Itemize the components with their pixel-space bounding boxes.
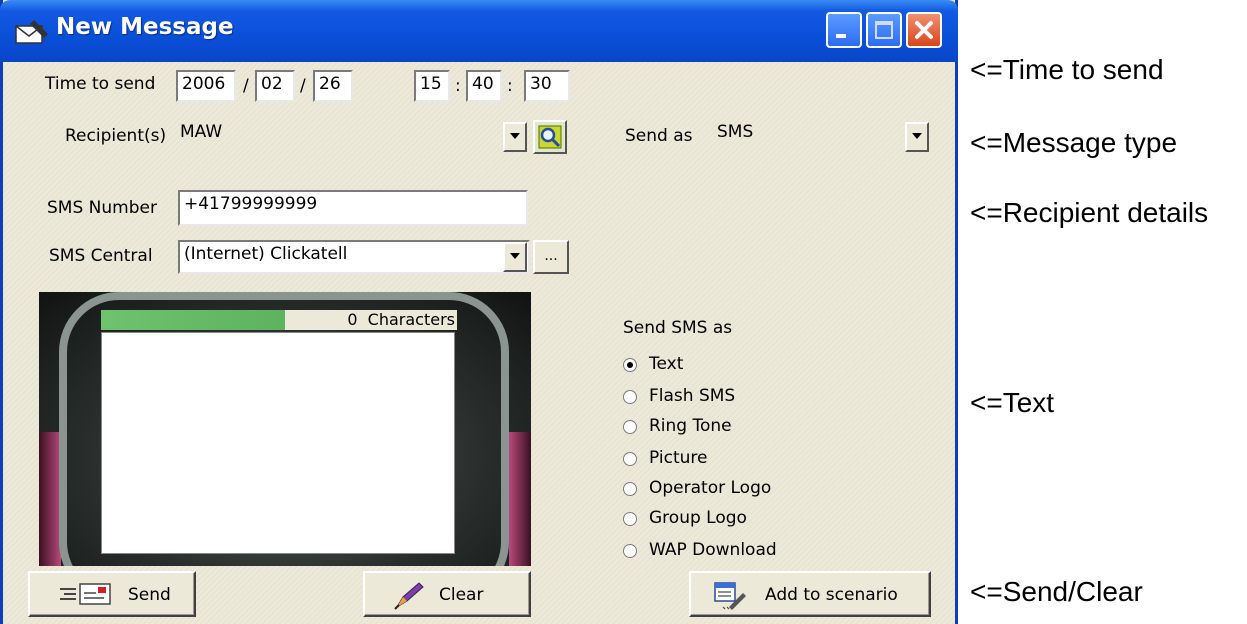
chevron-down-icon xyxy=(510,253,520,259)
time-minute-field[interactable]: 40 xyxy=(466,70,502,102)
annotation-time-to-send: <=Time to send xyxy=(970,54,1164,85)
time-to-send-label: Time to send xyxy=(45,74,156,94)
radio-button[interactable] xyxy=(623,420,637,434)
annotation-message-type: <=Message type xyxy=(970,127,1178,158)
time-second-field[interactable]: 30 xyxy=(524,70,570,102)
message-text-area[interactable] xyxy=(101,332,455,554)
time-hour-field[interactable]: 15 xyxy=(414,70,450,102)
close-button[interactable] xyxy=(906,12,942,48)
send-button[interactable]: Send xyxy=(28,571,196,617)
radio-label: Text xyxy=(649,354,684,374)
add-to-scenario-label: Add to scenario xyxy=(765,585,898,605)
time-separator: : xyxy=(507,76,513,96)
recipient-combobox[interactable]: MAW xyxy=(176,120,530,154)
chevron-down-icon xyxy=(510,133,520,139)
new-message-window: New Message Time to send 2006 / 02 / 26 … xyxy=(0,0,958,624)
sms-central-settings-button[interactable]: ... xyxy=(533,240,569,274)
phone-decoration xyxy=(39,432,61,566)
phone-message-area: 0 Characters xyxy=(39,292,531,566)
radio-button[interactable] xyxy=(623,358,637,372)
add-to-scenario-icon xyxy=(714,582,746,610)
date-separator: / xyxy=(243,76,249,96)
date-year-field[interactable]: 2006 xyxy=(176,70,236,102)
radio-button[interactable] xyxy=(623,512,637,526)
title-bar[interactable]: New Message xyxy=(0,0,958,62)
envelope-pen-icon xyxy=(15,20,48,44)
annotation-send-clear: <=Send/Clear xyxy=(970,576,1143,607)
sms-central-dropdown-button[interactable] xyxy=(503,242,527,272)
radio-button[interactable] xyxy=(623,544,637,558)
date-separator: / xyxy=(300,76,306,96)
maximize-icon xyxy=(875,21,893,39)
add-to-scenario-button[interactable]: Add to scenario xyxy=(689,571,931,617)
sms-number-field[interactable]: +41799999999 xyxy=(178,190,528,226)
clear-button-label: Clear xyxy=(439,585,484,605)
radio-label: Group Logo xyxy=(649,508,747,528)
send-sms-as-label: Send SMS as xyxy=(623,318,733,338)
minimize-icon xyxy=(836,34,846,38)
date-month-field[interactable]: 02 xyxy=(255,70,295,102)
send-as-dropdown-button[interactable] xyxy=(905,122,929,152)
sms-central-select[interactable]: (Internet) Clickatell xyxy=(178,240,530,274)
phone-decoration xyxy=(509,432,531,566)
clear-button[interactable]: Clear xyxy=(363,571,531,617)
send-as-select[interactable]: SMS xyxy=(713,120,935,154)
sms-central-label: SMS Central xyxy=(49,246,153,266)
radio-button[interactable] xyxy=(623,452,637,466)
eraser-pencil-icon xyxy=(394,582,424,610)
send-as-label: Send as xyxy=(625,126,693,146)
minimize-button[interactable] xyxy=(826,12,862,48)
radio-button[interactable] xyxy=(623,390,637,404)
character-count-label: Characters xyxy=(367,310,455,329)
radio-label: Operator Logo xyxy=(649,478,772,498)
radio-button[interactable] xyxy=(623,482,637,496)
time-separator: : xyxy=(455,76,461,96)
send-button-label: Send xyxy=(128,585,171,605)
annotation-recipient-details: <=Recipient details xyxy=(970,197,1209,228)
radio-selected-dot xyxy=(627,362,633,368)
search-icon xyxy=(538,125,562,149)
close-icon xyxy=(915,21,933,39)
radio-label: WAP Download xyxy=(649,540,777,560)
radio-label: Picture xyxy=(649,448,708,468)
character-count-value: 0 xyxy=(347,310,358,329)
find-recipient-button[interactable] xyxy=(533,120,567,154)
chevron-down-icon xyxy=(912,133,922,139)
character-counter: 0 Characters xyxy=(285,310,457,330)
radio-label: Ring Tone xyxy=(649,416,732,436)
recipient-dropdown-button[interactable] xyxy=(503,122,527,152)
date-day-field[interactable]: 26 xyxy=(313,70,353,102)
radio-label: Flash SMS xyxy=(649,386,736,406)
send-message-icon xyxy=(60,583,111,605)
sms-number-label: SMS Number xyxy=(47,198,157,218)
recipient-label: Recipient(s) xyxy=(65,126,167,146)
window-title: New Message xyxy=(56,14,234,40)
annotation-text: <=Text xyxy=(970,387,1055,418)
maximize-button[interactable] xyxy=(866,12,902,48)
